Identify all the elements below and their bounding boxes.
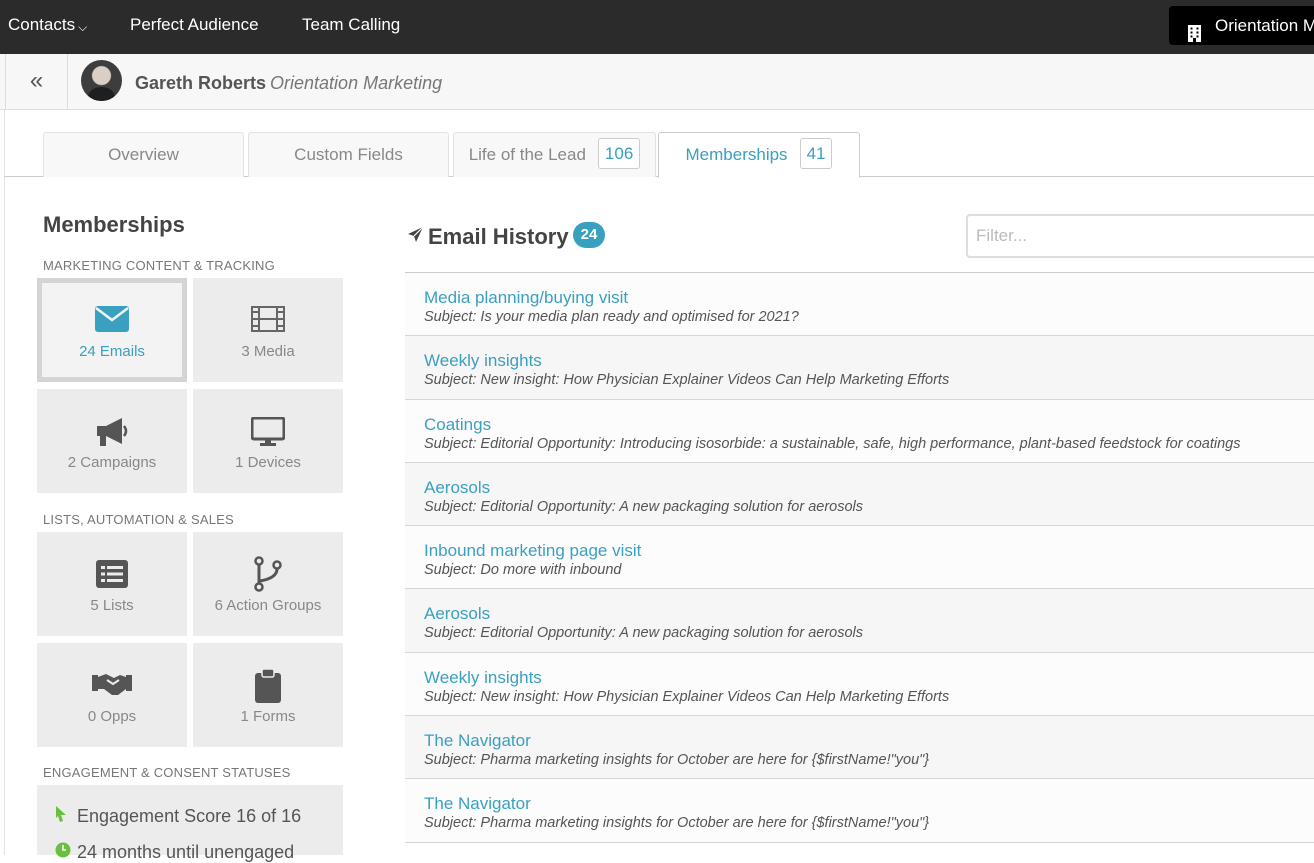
email-name-link[interactable]: Weekly insights xyxy=(424,668,542,688)
email-name-link[interactable]: Inbound marketing page visit xyxy=(424,541,641,561)
nav-team-calling[interactable]: Team Calling xyxy=(302,0,400,49)
tab-custom-fields-label: Custom Fields xyxy=(294,145,403,164)
envelope-icon xyxy=(42,306,182,336)
email-subject: Subject: Is your media plan ready and op… xyxy=(424,309,799,325)
tile-devices[interactable]: 1 Devices xyxy=(193,389,343,493)
tile-emails-label: 24 Emails xyxy=(79,343,145,360)
email-subject: Subject: Editorial Opportunity: A new pa… xyxy=(424,625,864,642)
paper-plane-icon xyxy=(407,223,424,249)
section-label-marketing: MARKETING CONTENT & TRACKING xyxy=(43,258,275,273)
email-history-list: Media planning/buying visit Subject: Is … xyxy=(405,272,1314,843)
list-item: Weekly insights Subject: New insight: Ho… xyxy=(405,336,1314,400)
tile-media-label: 3 Media xyxy=(241,343,295,360)
tile-opps-label: 0 Opps xyxy=(87,708,137,725)
engagement-score-label: Engagement Score 16 of 16 xyxy=(77,806,302,826)
branch-icon xyxy=(193,556,343,592)
email-subject: Subject: Editorial Opportunity: Introduc… xyxy=(424,435,1241,452)
tab-memberships-count: 41 xyxy=(799,138,833,169)
nav-contacts-menu[interactable]: Contacts ⌵ xyxy=(8,0,87,49)
tile-media[interactable]: 3 Media xyxy=(193,278,343,382)
tile-forms-label: 1 Forms xyxy=(240,708,296,725)
email-subject: Subject: Do more with inbound xyxy=(424,562,622,579)
tab-life-of-the-lead[interactable]: Life of the Lead 106 xyxy=(453,132,656,177)
list-item: Weekly insights Subject: New insight: Ho… xyxy=(405,652,1314,717)
content-divider xyxy=(4,110,5,855)
tile-campaigns-label: 2 Campaigns xyxy=(67,454,157,471)
double-chevron-left-icon: « xyxy=(29,67,44,94)
engagement-months-label: 24 months until unengaged xyxy=(77,842,295,862)
email-subject: Subject: New insight: How Physician Expl… xyxy=(424,688,950,705)
section-label-engagement: ENGAGEMENT & CONSENT STATUSES xyxy=(43,765,291,780)
email-subject: Subject: Pharma marketing insights for O… xyxy=(424,752,930,769)
building-icon xyxy=(1187,17,1202,45)
memberships-title: Memberships xyxy=(43,212,185,237)
list-item: Coatings Subject: Editorial Opportunity:… xyxy=(405,399,1314,463)
tile-action-groups[interactable]: 6 Action Groups xyxy=(193,532,343,636)
contact-tabs: Overview Custom Fields Life of the Lead 1… xyxy=(4,110,1314,178)
filter-input[interactable] xyxy=(966,214,1314,258)
list-item: Aerosols Subject: Editorial Opportunity:… xyxy=(405,589,1314,653)
tile-lists-label: 5 Lists xyxy=(90,597,134,614)
email-name-link[interactable]: Aerosols xyxy=(424,604,490,624)
tile-opps[interactable]: 0 Opps xyxy=(37,643,187,747)
film-icon xyxy=(193,306,343,336)
list-item: The Navigator Subject: Pharma marketing … xyxy=(405,779,1314,843)
tile-forms[interactable]: 1 Forms xyxy=(193,643,343,747)
email-history-title: Email History xyxy=(407,223,569,250)
engagement-months: 24 months until unengaged xyxy=(55,842,294,863)
email-name-link[interactable]: Coatings xyxy=(424,415,491,435)
email-name-link[interactable]: The Navigator xyxy=(424,731,531,751)
tile-emails[interactable]: 24 Emails xyxy=(37,278,187,382)
nav-contacts-label: Contacts xyxy=(8,15,76,34)
email-name-link[interactable]: Media planning/buying visit xyxy=(424,288,628,308)
chevron-down-icon: ⌵ xyxy=(78,20,88,34)
tab-life-of-the-lead-count: 106 xyxy=(597,138,641,169)
tab-memberships-label: Memberships xyxy=(685,145,788,164)
list-item: Media planning/buying visit Subject: Is … xyxy=(405,273,1314,337)
tile-campaigns[interactable]: 2 Campaigns xyxy=(37,389,187,493)
section-label-lists: LISTS, AUTOMATION & SALES xyxy=(43,512,234,527)
top-navigation-bar: Contacts ⌵ Perfect Audience Team Calling … xyxy=(0,0,1314,54)
contact-name: Gareth Roberts xyxy=(135,73,267,93)
organization-name: Orientation M xyxy=(1215,16,1314,35)
collapse-sidebar-button[interactable]: « xyxy=(5,54,68,110)
email-subject: Subject: Pharma marketing insights for O… xyxy=(424,815,930,832)
tile-devices-label: 1 Devices xyxy=(235,454,301,471)
clock-icon xyxy=(55,842,77,863)
email-name-link[interactable]: Aerosols xyxy=(424,478,490,498)
engagement-score: Engagement Score 16 of 16 xyxy=(55,806,301,827)
email-history-title-text: Email History xyxy=(428,224,569,249)
contact-header: « Gareth Roberts Orientation Marketing xyxy=(0,54,1314,110)
email-count-badge: 24 xyxy=(573,222,605,248)
list-icon xyxy=(37,560,187,590)
monitor-icon xyxy=(193,416,343,447)
tab-custom-fields[interactable]: Custom Fields xyxy=(248,132,449,177)
email-subject: Subject: Editorial Opportunity: A new pa… xyxy=(424,498,864,515)
tab-overview-label: Overview xyxy=(108,145,179,164)
list-item: Inbound marketing page visit Subject: Do… xyxy=(405,526,1314,590)
email-name-link[interactable]: The Navigator xyxy=(424,794,531,814)
contact-name-line: Gareth Roberts Orientation Marketing xyxy=(135,73,442,94)
tab-life-of-the-lead-label: Life of the Lead xyxy=(468,145,586,164)
engagement-status-box: Engagement Score 16 of 16 24 months unti… xyxy=(37,785,343,862)
list-item: The Navigator Subject: Pharma marketing … xyxy=(405,716,1314,780)
tab-memberships[interactable]: Memberships 41 xyxy=(658,132,860,178)
email-name-link[interactable]: Weekly insights xyxy=(424,351,542,371)
clipboard-icon xyxy=(193,668,343,703)
megaphone-icon xyxy=(37,417,187,447)
cursor-icon xyxy=(55,806,77,827)
avatar xyxy=(81,60,122,101)
list-item: Aerosols Subject: Editorial Opportunity:… xyxy=(405,462,1314,527)
handshake-icon xyxy=(37,671,187,701)
contact-company: Orientation Marketing xyxy=(270,73,443,93)
nav-perfect-audience[interactable]: Perfect Audience xyxy=(130,0,259,49)
tile-lists[interactable]: 5 Lists xyxy=(37,532,187,636)
email-subject: Subject: New insight: How Physician Expl… xyxy=(424,372,950,389)
tab-overview[interactable]: Overview xyxy=(43,132,244,177)
organization-button[interactable]: Orientation M xyxy=(1169,6,1314,45)
tile-action-groups-label: 6 Action Groups xyxy=(214,597,322,614)
